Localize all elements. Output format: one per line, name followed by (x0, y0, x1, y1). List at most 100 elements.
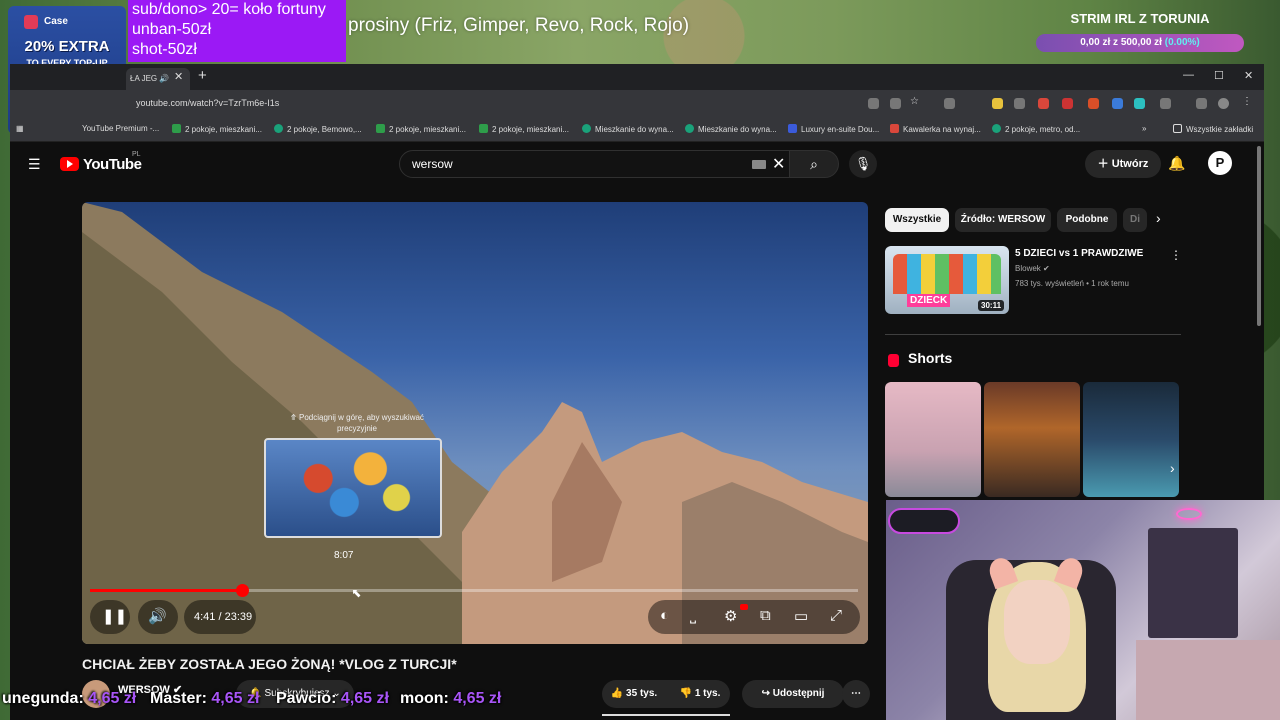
bookmark-icon (582, 124, 591, 133)
bookmark-icon (376, 124, 385, 133)
mouse-cursor-icon: ⬉ (351, 586, 362, 600)
verified-icon: ✔ (1043, 264, 1050, 273)
bookmark-item[interactable]: 2 pokoje, metro, od... (992, 124, 1080, 134)
fullscreen-icon[interactable]: ⤢ (830, 607, 842, 624)
install-icon[interactable] (868, 98, 879, 109)
seek-preview-time: 8:07 (334, 550, 354, 561)
bookmarks-overflow-icon[interactable]: » (1142, 124, 1146, 133)
bookmark-item[interactable]: Mieszkanie do wyna... (582, 124, 674, 134)
microphone-icon (888, 508, 960, 534)
all-bookmarks[interactable]: Wszystkie zakładki (1173, 124, 1253, 134)
star-icon[interactable]: ☆ (910, 96, 921, 107)
tab-close-icon[interactable]: ✕ (174, 70, 183, 83)
shorts-next-icon[interactable]: › (1170, 460, 1175, 476)
account-avatar[interactable]: P (1208, 151, 1232, 175)
streamer-face (1004, 580, 1070, 664)
webcam-shelf (1148, 528, 1238, 638)
hd-badge (740, 604, 748, 610)
goal-bar: 0,00 zł z 500,00 zł (0.00%) (1036, 34, 1244, 52)
extension-icon[interactable] (1088, 98, 1099, 109)
chip-from-channel[interactable]: Źródło: WERSOW (955, 208, 1051, 232)
theater-mode-icon[interactable]: ▭ (794, 607, 808, 625)
sub-rule-line: sub/dono> 20= koło fortuny (132, 1, 326, 18)
zoom-icon[interactable] (890, 98, 901, 109)
search-button[interactable]: ⌕ (789, 150, 839, 178)
volume-icon[interactable]: 🔊 (148, 607, 167, 625)
subtitles-icon[interactable]: ⎵ (690, 607, 696, 624)
more-vert-icon[interactable]: ⋮ (1170, 248, 1182, 262)
time-display: 4:41 / 23:39 (194, 611, 253, 623)
progress-scrubber-handle[interactable] (236, 584, 250, 597)
extension-icon[interactable] (1112, 98, 1123, 109)
bookmark-item[interactable]: 2 pokoje, mieszkani... (479, 124, 569, 134)
goal-target: 500,00 zł (1120, 37, 1162, 48)
clear-search-icon[interactable]: ✕ (772, 154, 785, 174)
close-window-icon[interactable]: ✕ (1244, 69, 1253, 82)
bookmark-item[interactable]: 2 pokoje, mieszkani... (376, 124, 466, 134)
bookmark-item[interactable]: 2 pokoje, Bemowo,... (274, 124, 362, 134)
audio-icon: 🔊 (159, 74, 170, 83)
menu-icon[interactable]: ☰ (28, 156, 41, 173)
chip-related[interactable]: Podobne (1057, 208, 1117, 232)
bookmark-item[interactable]: Kawalerka na wynaj... (890, 124, 981, 134)
extension-icon[interactable] (944, 98, 955, 109)
chevron-right-icon[interactable]: › (1156, 210, 1161, 226)
search-box[interactable]: wersow ✕ (399, 150, 809, 178)
extension-icon[interactable] (1134, 98, 1145, 109)
bookmark-item[interactable]: Mieszkanie do wyna... (685, 124, 777, 134)
top-ticker-text: prosiny (Friz, Gimper, Revo, Rock, Rojo) (348, 15, 690, 36)
url-field[interactable]: youtube.com/watch?v=TzrTm6e-I1s (136, 98, 279, 108)
youtube-header: ☰ YouTube PL wersow ✕ ⌕ 🎙 ＋ Utwórz 🔔 P (10, 142, 1264, 186)
create-button[interactable]: ＋ Utwórz (1085, 150, 1161, 178)
chip-more[interactable]: Di (1123, 208, 1147, 232)
pause-icon[interactable]: ❚❚ (102, 607, 127, 625)
recommendation-title[interactable]: 5 DZIECI vs 1 PRAWDZIWE (1015, 248, 1143, 259)
notifications-bell-icon[interactable]: 🔔 (1168, 155, 1185, 172)
extension-icon[interactable] (992, 98, 1003, 109)
profile-icon[interactable] (1218, 98, 1229, 109)
seek-preview-thumbnail (264, 438, 442, 538)
donor-entry: moon: 4,65 zł (400, 690, 502, 707)
thumbnail-image (893, 254, 1001, 294)
settings-gear-icon[interactable]: ⚙ (724, 607, 737, 625)
donor-entry: Pawcio: 4,65 zł (276, 690, 389, 707)
voice-search-button[interactable]: 🎙 (849, 150, 877, 178)
youtube-logo-icon[interactable] (60, 157, 79, 171)
chip-all[interactable]: Wszystkie (885, 208, 949, 232)
bookmark-item[interactable]: YouTube Premium -... (82, 124, 159, 133)
bookmark-item[interactable]: 2 pokoje, mieszkani... (172, 124, 262, 134)
short-item[interactable] (1083, 382, 1179, 497)
video-frame (82, 202, 868, 644)
case-promo-text: 20% EXTRA (24, 38, 110, 55)
menu-dots-icon[interactable]: ⋮ (1242, 96, 1253, 107)
minimize-icon[interactable]: — (1183, 69, 1194, 81)
progress-played (90, 589, 243, 592)
bookmark-item[interactable]: Luxury en-suite Dou... (788, 124, 879, 134)
youtube-logo-text[interactable]: YouTube (83, 156, 142, 173)
autoplay-toggle[interactable]: ◐ (660, 607, 669, 624)
extension-icon[interactable] (1038, 98, 1049, 109)
new-tab-icon[interactable]: + (198, 67, 207, 84)
apps-grid-icon[interactable]: ▦ (16, 124, 24, 133)
search-input[interactable]: wersow (412, 157, 453, 171)
short-item[interactable] (885, 382, 981, 497)
downloads-icon[interactable] (1196, 98, 1207, 109)
extension-icon[interactable] (1062, 98, 1073, 109)
keyboard-icon[interactable] (752, 160, 766, 169)
sub-rule-line: shot-50zł (132, 41, 197, 58)
region-code: PL (132, 151, 141, 158)
recommendation-channel[interactable]: Blowek ✔ (1015, 264, 1050, 273)
maximize-icon[interactable]: ☐ (1214, 69, 1224, 82)
page-scrollbar-thumb[interactable] (1257, 146, 1261, 326)
sub-rule-line: unban-50zł (132, 21, 212, 38)
goal-separator: z (1113, 37, 1119, 48)
extensions-puzzle-icon[interactable] (1160, 98, 1171, 109)
bookmarks-bar: ▦ YouTube Premium -... 2 pokoje, mieszka… (10, 118, 1264, 142)
extension-icon[interactable] (1014, 98, 1025, 109)
short-item[interactable] (984, 382, 1080, 497)
miniplayer-icon[interactable]: ⧉ (760, 607, 771, 624)
progress-bar[interactable] (90, 584, 858, 597)
case-brand: Case (44, 16, 68, 27)
donor-entry: Master: 4,65 zł (150, 690, 260, 707)
video-player[interactable]: ⤊ Podciągnij w górę, aby wyszukiwać prec… (82, 202, 868, 644)
